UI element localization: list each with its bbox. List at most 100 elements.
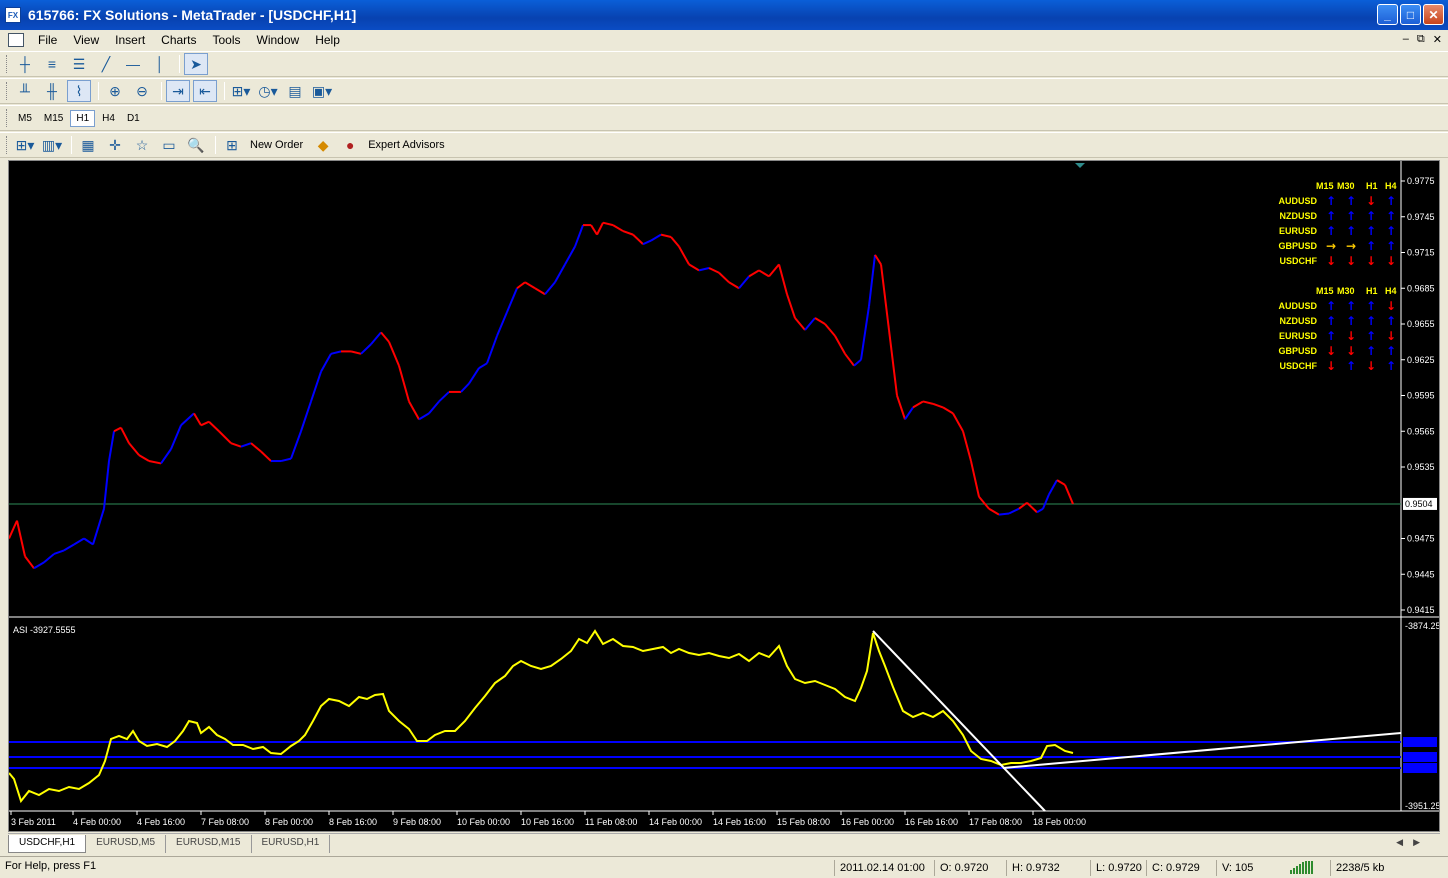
periods-clock-icon[interactable]: ◷▾ xyxy=(256,80,280,102)
indicators-icon[interactable]: ⊞▾ xyxy=(229,80,253,102)
matrix-header-m30: M30 xyxy=(1337,286,1355,296)
cursor-icon[interactable]: ➤ xyxy=(184,53,208,75)
fibonacci-levels-icon[interactable]: ☰ xyxy=(67,53,91,75)
profiles-icon[interactable]: ▥▾ xyxy=(40,134,64,156)
price-segment xyxy=(860,305,870,360)
time-tick-label: 16 Feb 16:00 xyxy=(905,817,958,827)
price-segment xyxy=(260,450,272,462)
price-segment xyxy=(120,427,130,444)
status-open: O: 0.9720 xyxy=(934,860,1002,876)
timeframe-m5[interactable]: M5 xyxy=(13,111,37,126)
tab-eurusd-m15[interactable]: EURUSD,M15 xyxy=(166,835,252,853)
up-arrow-icon: ↑ xyxy=(1366,314,1376,328)
new-chart-icon[interactable]: ⊞▾ xyxy=(13,134,37,156)
time-tick-label: 14 Feb 00:00 xyxy=(649,817,702,827)
menu-window[interactable]: Window xyxy=(249,33,308,47)
close-button[interactable]: ✕ xyxy=(1423,4,1444,25)
chart-properties-icon[interactable]: ▣▾ xyxy=(310,80,334,102)
expert-advisors-icon[interactable]: ● xyxy=(338,134,362,156)
timeframe-h1[interactable]: H1 xyxy=(70,109,96,127)
trendline-icon[interactable]: ╱ xyxy=(94,53,118,75)
expert-advisors-button[interactable]: Expert Advisors xyxy=(368,139,444,151)
market-watch-icon[interactable]: ▦ xyxy=(76,134,100,156)
chart-shift-icon[interactable]: ⇤ xyxy=(193,80,217,102)
asi-trendline-down xyxy=(872,630,1046,812)
price-segment xyxy=(330,350,342,355)
navigator-icon[interactable]: ☆ xyxy=(130,134,154,156)
price-chart[interactable]: 0.9775 0.9745 0.9715 0.9685 0.9655 0.9625 0.95… xyxy=(9,161,1439,831)
maximize-button[interactable]: □ xyxy=(1400,4,1421,25)
up-arrow-icon: ↑ xyxy=(1386,194,1396,208)
auto-scroll-icon[interactable]: ⇥ xyxy=(166,80,190,102)
menu-help[interactable]: Help xyxy=(307,33,348,47)
data-window-icon[interactable]: ✛ xyxy=(103,134,127,156)
zoom-out-icon[interactable]: ⊖ xyxy=(130,80,154,102)
price-segment xyxy=(320,353,332,373)
price-segment xyxy=(844,353,855,367)
fibonacci-fan-icon[interactable]: ≡ xyxy=(40,53,64,75)
templates-icon[interactable]: ▤ xyxy=(283,80,307,102)
menu-view[interactable]: View xyxy=(65,33,107,47)
tab-scroll-arrows[interactable]: ◀▶ xyxy=(1396,837,1430,848)
tab-usdchf-h1[interactable]: USDCHF,H1 xyxy=(8,835,87,853)
side-arrow-icon: → xyxy=(1346,239,1356,253)
terminal-icon[interactable]: ▭ xyxy=(157,134,181,156)
price-segment xyxy=(408,400,420,420)
candlestick-icon[interactable]: ╫ xyxy=(40,80,64,102)
price-segment xyxy=(193,412,202,426)
mdi-close-button[interactable]: ✕ xyxy=(1433,33,1442,46)
price-segment xyxy=(208,420,220,432)
matrix-pair-label: EURUSD xyxy=(1279,331,1318,341)
price-segment xyxy=(554,263,566,283)
up-arrow-icon: ↑ xyxy=(1386,209,1396,223)
price-segment xyxy=(814,317,826,325)
chart-window-icon[interactable] xyxy=(8,33,24,47)
zoom-in-icon[interactable]: ⊕ xyxy=(103,80,127,102)
horizontal-line-icon[interactable]: — xyxy=(121,53,145,75)
down-arrow-icon: ↓ xyxy=(1366,254,1376,268)
mdi-restore-button[interactable]: ⧉ xyxy=(1417,33,1425,46)
up-arrow-icon: ↑ xyxy=(1366,329,1376,343)
price-segment xyxy=(43,553,55,564)
crosshair-icon[interactable]: ┼ xyxy=(13,53,37,75)
menu-insert[interactable]: Insert xyxy=(107,33,153,47)
price-segment xyxy=(590,224,598,236)
price-segment xyxy=(642,239,652,246)
up-arrow-icon: ↑ xyxy=(1346,209,1356,223)
vertical-line-icon[interactable]: │ xyxy=(148,53,172,75)
timeframe-h4[interactable]: H4 xyxy=(97,111,120,126)
new-order-icon[interactable]: ⊞ xyxy=(220,134,244,156)
price-segment xyxy=(128,442,140,456)
price-segment xyxy=(942,406,954,415)
strategy-tester-icon[interactable]: 🔍 xyxy=(184,134,208,156)
price-segment xyxy=(468,367,480,385)
timeframe-m15[interactable]: M15 xyxy=(39,111,68,126)
matrix-header-h4: H4 xyxy=(1385,181,1397,191)
price-segment xyxy=(398,365,410,402)
help-text: For Help, press F1 xyxy=(5,860,97,872)
time-tick-label: 8 Feb 16:00 xyxy=(329,817,377,827)
chart-window[interactable]: 0.9775 0.9745 0.9715 0.9685 0.9655 0.9625 0.95… xyxy=(8,160,1440,832)
minimize-button[interactable]: _ xyxy=(1377,4,1398,25)
tab-eurusd-m5[interactable]: EURUSD,M5 xyxy=(86,835,167,853)
charts-toolbar: ╨ ╫ ⌇ ⊕ ⊖ ⇥ ⇤ ⊞▾ ◷▾ ▤ ▣▾ xyxy=(0,78,1448,104)
down-arrow-icon: ↓ xyxy=(1366,359,1376,373)
price-segment xyxy=(622,230,634,236)
tab-eurusd-h1[interactable]: EURUSD,H1 xyxy=(252,835,331,853)
line-chart-icon[interactable]: ⌇ xyxy=(67,80,91,102)
price-segment xyxy=(824,323,836,337)
mdi-minimize-button[interactable]: – xyxy=(1403,33,1409,46)
price-segment xyxy=(853,358,862,367)
price-segment xyxy=(300,401,312,432)
metaeditor-icon[interactable]: ◆ xyxy=(311,134,335,156)
down-arrow-icon: ↓ xyxy=(1386,329,1396,343)
price-segment xyxy=(904,406,914,420)
timeframe-d1[interactable]: D1 xyxy=(122,111,145,126)
menu-tools[interactable]: Tools xyxy=(205,33,249,47)
bar-chart-icon[interactable]: ╨ xyxy=(13,80,37,102)
menu-charts[interactable]: Charts xyxy=(153,33,204,47)
new-order-button[interactable]: New Order xyxy=(250,139,303,151)
price-segment xyxy=(962,430,972,462)
price-segment xyxy=(460,382,470,393)
menu-file[interactable]: File xyxy=(30,33,65,47)
